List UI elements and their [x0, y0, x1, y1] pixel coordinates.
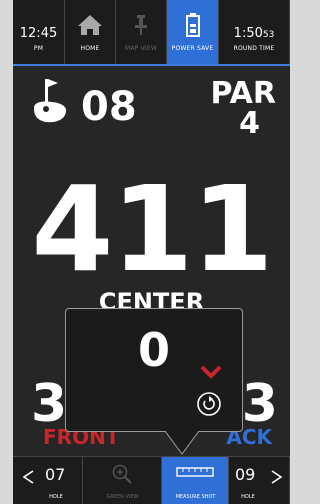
- measure-shot-button[interactable]: MEASURE SHOT: [162, 457, 229, 504]
- hole-number: 08: [81, 84, 137, 130]
- reset-icon[interactable]: [194, 389, 224, 419]
- popup-pointer: [165, 430, 199, 455]
- green-view-label: GREEN VIEW: [106, 494, 139, 500]
- home-label: HOME: [80, 45, 100, 52]
- round-time-value: 1:5053: [219, 26, 289, 41]
- down-arrow-icon[interactable]: [200, 365, 222, 379]
- map-view-button[interactable]: MAP VIEW: [116, 0, 167, 64]
- zoom-icon: [112, 464, 132, 484]
- bottom-bar: 07 HOLE GREEN VIEW MEASURE SHOT 09 HOLE: [13, 456, 290, 504]
- green-view-button[interactable]: GREEN VIEW: [83, 457, 162, 504]
- battery-icon: [186, 13, 200, 37]
- right-arrow-icon: [271, 470, 283, 484]
- left-arrow-icon: [22, 470, 34, 484]
- home-button[interactable]: HOME: [65, 0, 116, 64]
- measure-shot-popup: 0: [65, 308, 243, 432]
- next-hole-number: 09: [235, 465, 256, 484]
- map-pin-icon: [135, 15, 147, 35]
- flag-icon: [34, 79, 67, 123]
- measure-shot-label: MEASURE SHOT: [175, 494, 216, 500]
- previous-hole-number: 07: [45, 465, 66, 484]
- par-value: 4: [239, 106, 260, 141]
- app-screen: 12:45 PM HOME MAP VIEW POWER SAVE 1:5053…: [13, 0, 290, 504]
- next-hole-label: HOLE: [241, 494, 255, 500]
- round-time-label: ROUND TIME: [233, 45, 275, 52]
- previous-hole-button[interactable]: 07 HOLE: [13, 457, 83, 504]
- top-bar: 12:45 PM HOME MAP VIEW POWER SAVE 1:5053…: [13, 0, 290, 64]
- center-distance: 411: [31, 160, 273, 298]
- round-time-main: 1:50: [233, 26, 263, 41]
- round-time: 1:5053 ROUND TIME: [219, 0, 290, 64]
- home-icon: [78, 15, 102, 35]
- ruler-icon: [176, 467, 214, 477]
- round-time-seconds: 53: [262, 30, 275, 40]
- map-view-label: MAP VIEW: [124, 45, 157, 52]
- previous-hole-label: HOLE: [49, 494, 63, 500]
- clock: 12:45 PM: [13, 0, 65, 64]
- power-save-label: POWER SAVE: [171, 45, 214, 52]
- power-save-button[interactable]: POWER SAVE: [167, 0, 219, 64]
- clock-time: 12:45: [19, 26, 58, 41]
- next-hole-button[interactable]: 09 HOLE: [229, 457, 290, 504]
- top-bar-divider: [13, 64, 290, 66]
- clock-period: PM: [33, 45, 44, 52]
